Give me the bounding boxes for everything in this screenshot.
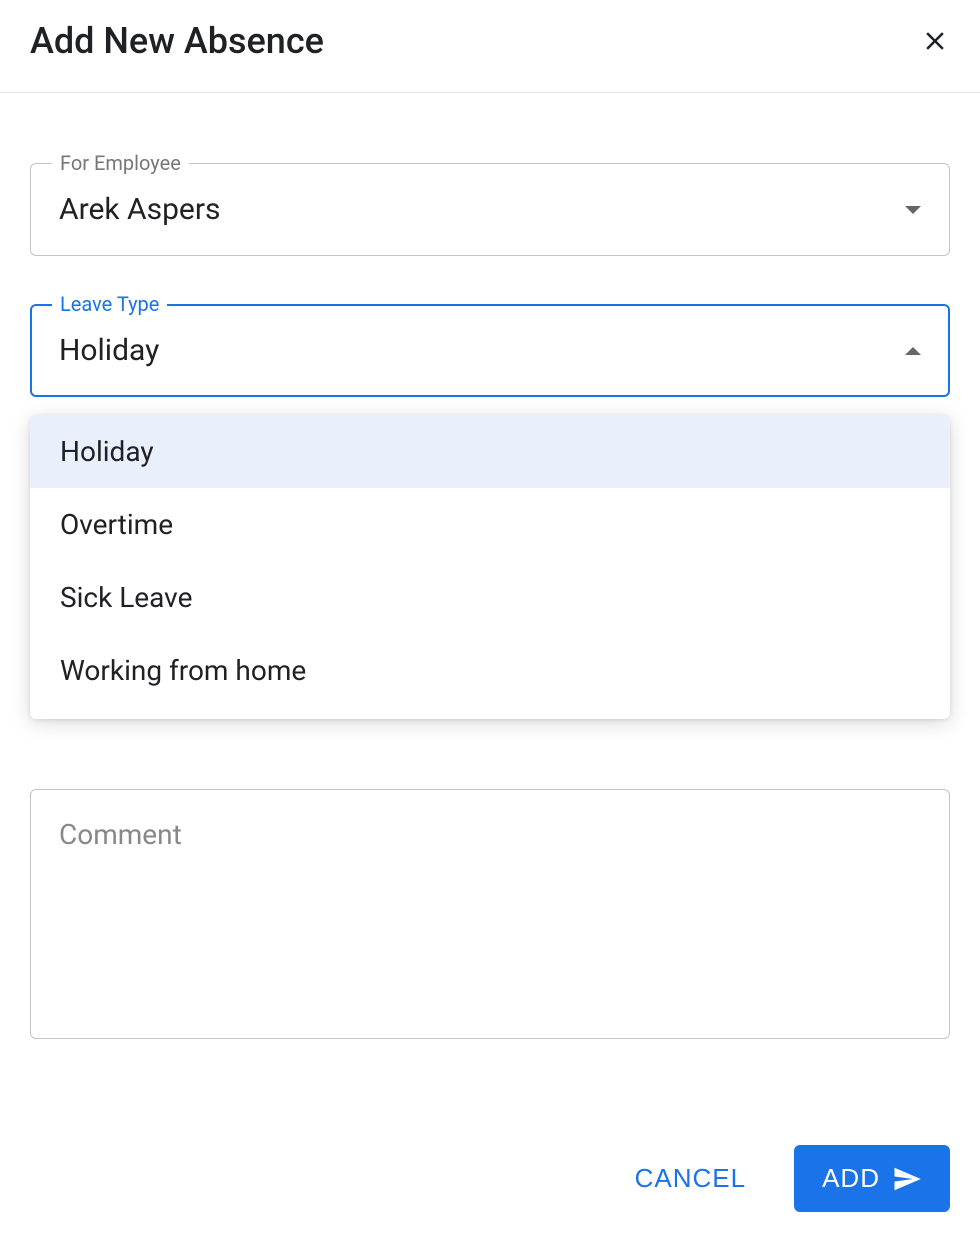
leave-type-select[interactable]: Holiday [30, 304, 950, 397]
comment-input[interactable] [30, 789, 950, 1039]
dialog-title: Add New Absence [30, 20, 324, 62]
dropdown-option-wfh[interactable]: Working from home [30, 634, 950, 707]
chevron-up-icon [905, 347, 921, 355]
employee-value: Arek Aspers [59, 192, 220, 227]
dropdown-option-sick-leave[interactable]: Sick Leave [30, 561, 950, 634]
comment-field-wrapper [30, 789, 950, 1043]
employee-label: For Employee [52, 151, 189, 175]
employee-field-wrapper: For Employee Arek Aspers [30, 163, 950, 256]
add-button-label: ADD [822, 1163, 880, 1194]
dropdown-option-overtime[interactable]: Overtime [30, 488, 950, 561]
send-icon [892, 1164, 922, 1194]
leave-type-field-wrapper: Leave Type Holiday Holiday Overtime Sick… [30, 304, 950, 719]
dropdown-option-holiday[interactable]: Holiday [30, 415, 950, 488]
chevron-down-icon [905, 206, 921, 214]
leave-type-label: Leave Type [52, 292, 167, 316]
leave-type-value: Holiday [59, 333, 159, 368]
employee-select[interactable]: Arek Aspers [30, 163, 950, 256]
cancel-button[interactable]: CANCEL [627, 1147, 754, 1210]
leave-type-dropdown: Holiday Overtime Sick Leave Working from… [30, 415, 950, 719]
form-body: For Employee Arek Aspers Leave Type Holi… [0, 93, 980, 1073]
close-icon [920, 26, 950, 56]
dialog-header: Add New Absence [0, 0, 980, 93]
close-button[interactable] [920, 26, 950, 56]
dialog-footer: CANCEL ADD [627, 1145, 950, 1212]
add-button[interactable]: ADD [794, 1145, 950, 1212]
